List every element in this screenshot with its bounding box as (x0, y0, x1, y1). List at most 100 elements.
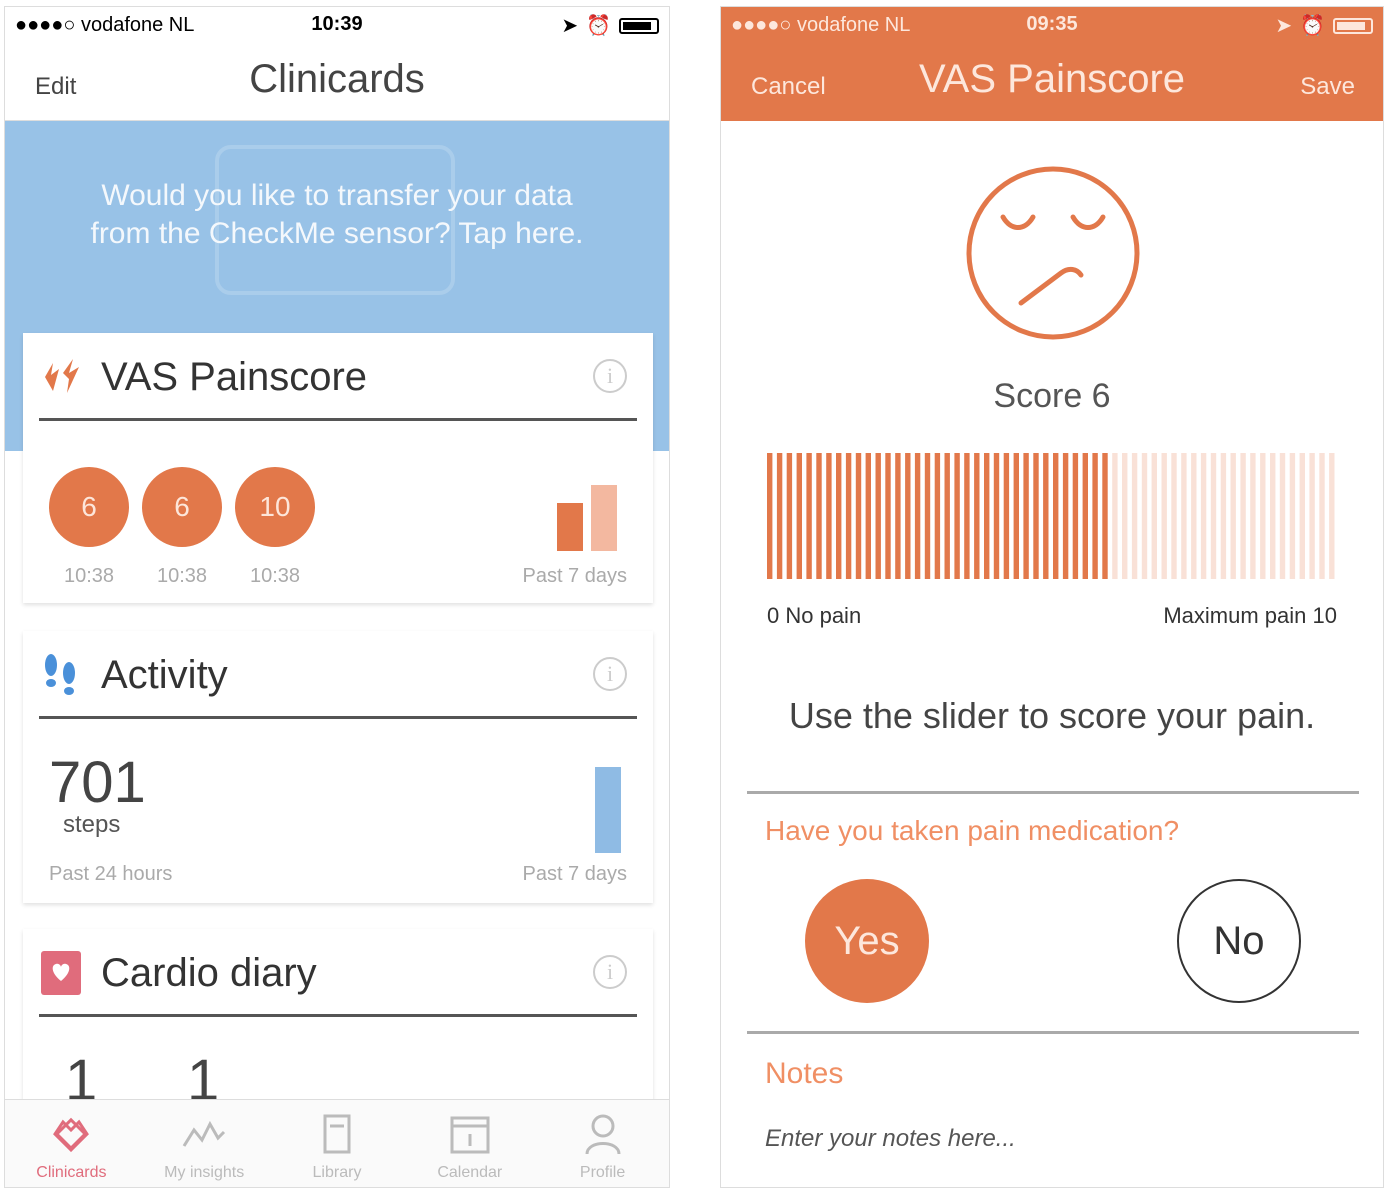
tab-library[interactable]: Library (271, 1100, 404, 1187)
slider-stripe (1309, 453, 1315, 579)
steps-count: 701 (49, 750, 146, 815)
slider-stripe (1072, 453, 1079, 579)
slider-stripe (1260, 453, 1266, 579)
slider-stripe (875, 453, 881, 579)
slider-stripe (944, 453, 950, 579)
location-icon: ➤ (561, 15, 579, 37)
info-icon[interactable]: i (593, 359, 627, 393)
card-title: Activity (101, 653, 228, 697)
slider-stripe (934, 453, 941, 579)
card-title: Cardio diary (101, 951, 317, 995)
slider-stripe (855, 453, 862, 579)
transfer-banner-text: Would you like to transfer your data fro… (90, 179, 584, 250)
slider-stripe (1270, 453, 1276, 579)
info-icon[interactable]: i (593, 657, 627, 691)
slider-stripe (885, 453, 891, 579)
tab-calendar[interactable]: Calendar (403, 1100, 536, 1187)
save-button[interactable]: Save (1300, 73, 1355, 101)
slider-stripe (1062, 453, 1069, 579)
slider-stripe (1220, 453, 1227, 579)
slider-stripe (914, 453, 921, 579)
score-badge: 6 (142, 467, 222, 547)
navigation-bar: Edit Clinicards (5, 43, 669, 121)
heart-diary-icon (41, 951, 81, 995)
footsteps-icon (45, 654, 75, 695)
page-title: Clinicards (249, 57, 425, 101)
calendar-icon (450, 1116, 490, 1154)
score-badge: 10 (235, 467, 315, 547)
slider-stripe (1200, 453, 1207, 579)
slider-stripe (1141, 453, 1148, 579)
status-bar: ●●●●○ vodafone NL 09:35 ➤ ⏰ (721, 7, 1383, 43)
slider-stripe (1299, 453, 1305, 579)
slider-stripe (1161, 453, 1167, 579)
library-icon (323, 1114, 351, 1154)
location-icon: ➤ (1275, 15, 1293, 37)
score-badge: 6 (49, 467, 129, 547)
lightning-pain-icon (45, 359, 79, 393)
tab-profile[interactable]: Profile (536, 1100, 669, 1187)
slider-stripe (1043, 453, 1049, 579)
slider-stripe (984, 453, 990, 579)
tab-my-insights[interactable]: My insights (138, 1100, 271, 1187)
slider-stripe (1013, 453, 1019, 579)
slider-stripe (993, 453, 1000, 579)
slider-stripe (796, 453, 802, 579)
divider (747, 1031, 1359, 1034)
slider-stripe (1230, 453, 1236, 579)
score-time: 10:38 (156, 565, 208, 587)
battery-icon (619, 17, 659, 34)
alarm-icon: ⏰ (586, 15, 611, 37)
pain-slider[interactable] (767, 453, 1339, 579)
slider-stripe (1003, 453, 1010, 579)
tab-label: Calendar (437, 1164, 503, 1181)
mini-bar (557, 503, 583, 551)
tab-clinicards[interactable]: Clinicards (5, 1100, 138, 1187)
tab-label: My insights (164, 1164, 245, 1181)
slider-stripe (905, 453, 911, 579)
profile-icon (585, 1114, 621, 1155)
slider-stripe (1191, 453, 1197, 579)
slider-stripe (865, 453, 871, 579)
slider-stripe (954, 453, 960, 579)
score-time: 10:38 (63, 565, 115, 587)
no-button[interactable]: No (1177, 879, 1301, 1003)
notes-label: Notes (765, 1057, 844, 1090)
slider-stripe (1033, 453, 1039, 579)
slider-stripe (767, 453, 773, 579)
slider-stripe (1023, 453, 1029, 579)
slider-stripe (845, 453, 852, 579)
slider-stripe (1122, 453, 1128, 579)
slider-stripe (895, 453, 901, 579)
slider-stripe (806, 453, 812, 579)
battery-icon (1333, 17, 1373, 34)
scale-min-label: 0 No pain (767, 603, 862, 628)
navigation-bar: ●●●●○ vodafone NL 09:35 ➤ ⏰ Cancel VAS P… (721, 7, 1383, 121)
card-title: VAS Painscore (101, 355, 368, 399)
slider-stripe (1279, 453, 1286, 579)
mini-bar (591, 485, 617, 551)
slider-stripe (1082, 453, 1088, 579)
vas-painscore-card[interactable]: VAS Painscore i 6 6 10 10:38 10:38 10:38… (23, 333, 653, 603)
slider-stripe (1053, 453, 1059, 579)
slider-stripe (836, 453, 842, 579)
notes-input[interactable] (765, 1125, 1325, 1153)
slider-stripe (1329, 453, 1335, 579)
slider-stripe (924, 453, 931, 579)
activity-card[interactable]: Activity i 701 steps Past 24 hours Past … (23, 631, 653, 903)
yes-button[interactable]: Yes (805, 879, 929, 1003)
clinicards-screen: ●●●●○ vodafone NL 10:39 ➤ ⏰ Edit Clinica… (4, 6, 670, 1188)
slider-stripe (776, 453, 783, 579)
slider-stripe (1131, 453, 1138, 579)
period-caption: Past 24 hours (49, 863, 173, 885)
info-icon[interactable]: i (593, 955, 627, 989)
slider-stripe (1210, 453, 1217, 579)
instruction-text: Use the slider to score your pain. (788, 695, 1316, 736)
slider-stripe (1240, 453, 1246, 579)
slider-stripe (974, 453, 980, 579)
score-label: Score 6 (993, 377, 1111, 415)
slider-stripe (1250, 453, 1256, 579)
page-title: VAS Painscore (918, 57, 1186, 101)
medication-question: Have you taken pain medication? (765, 815, 1180, 846)
vas-painscore-screen: ●●●●○ vodafone NL 09:35 ➤ ⏰ Cancel VAS P… (720, 6, 1384, 1188)
